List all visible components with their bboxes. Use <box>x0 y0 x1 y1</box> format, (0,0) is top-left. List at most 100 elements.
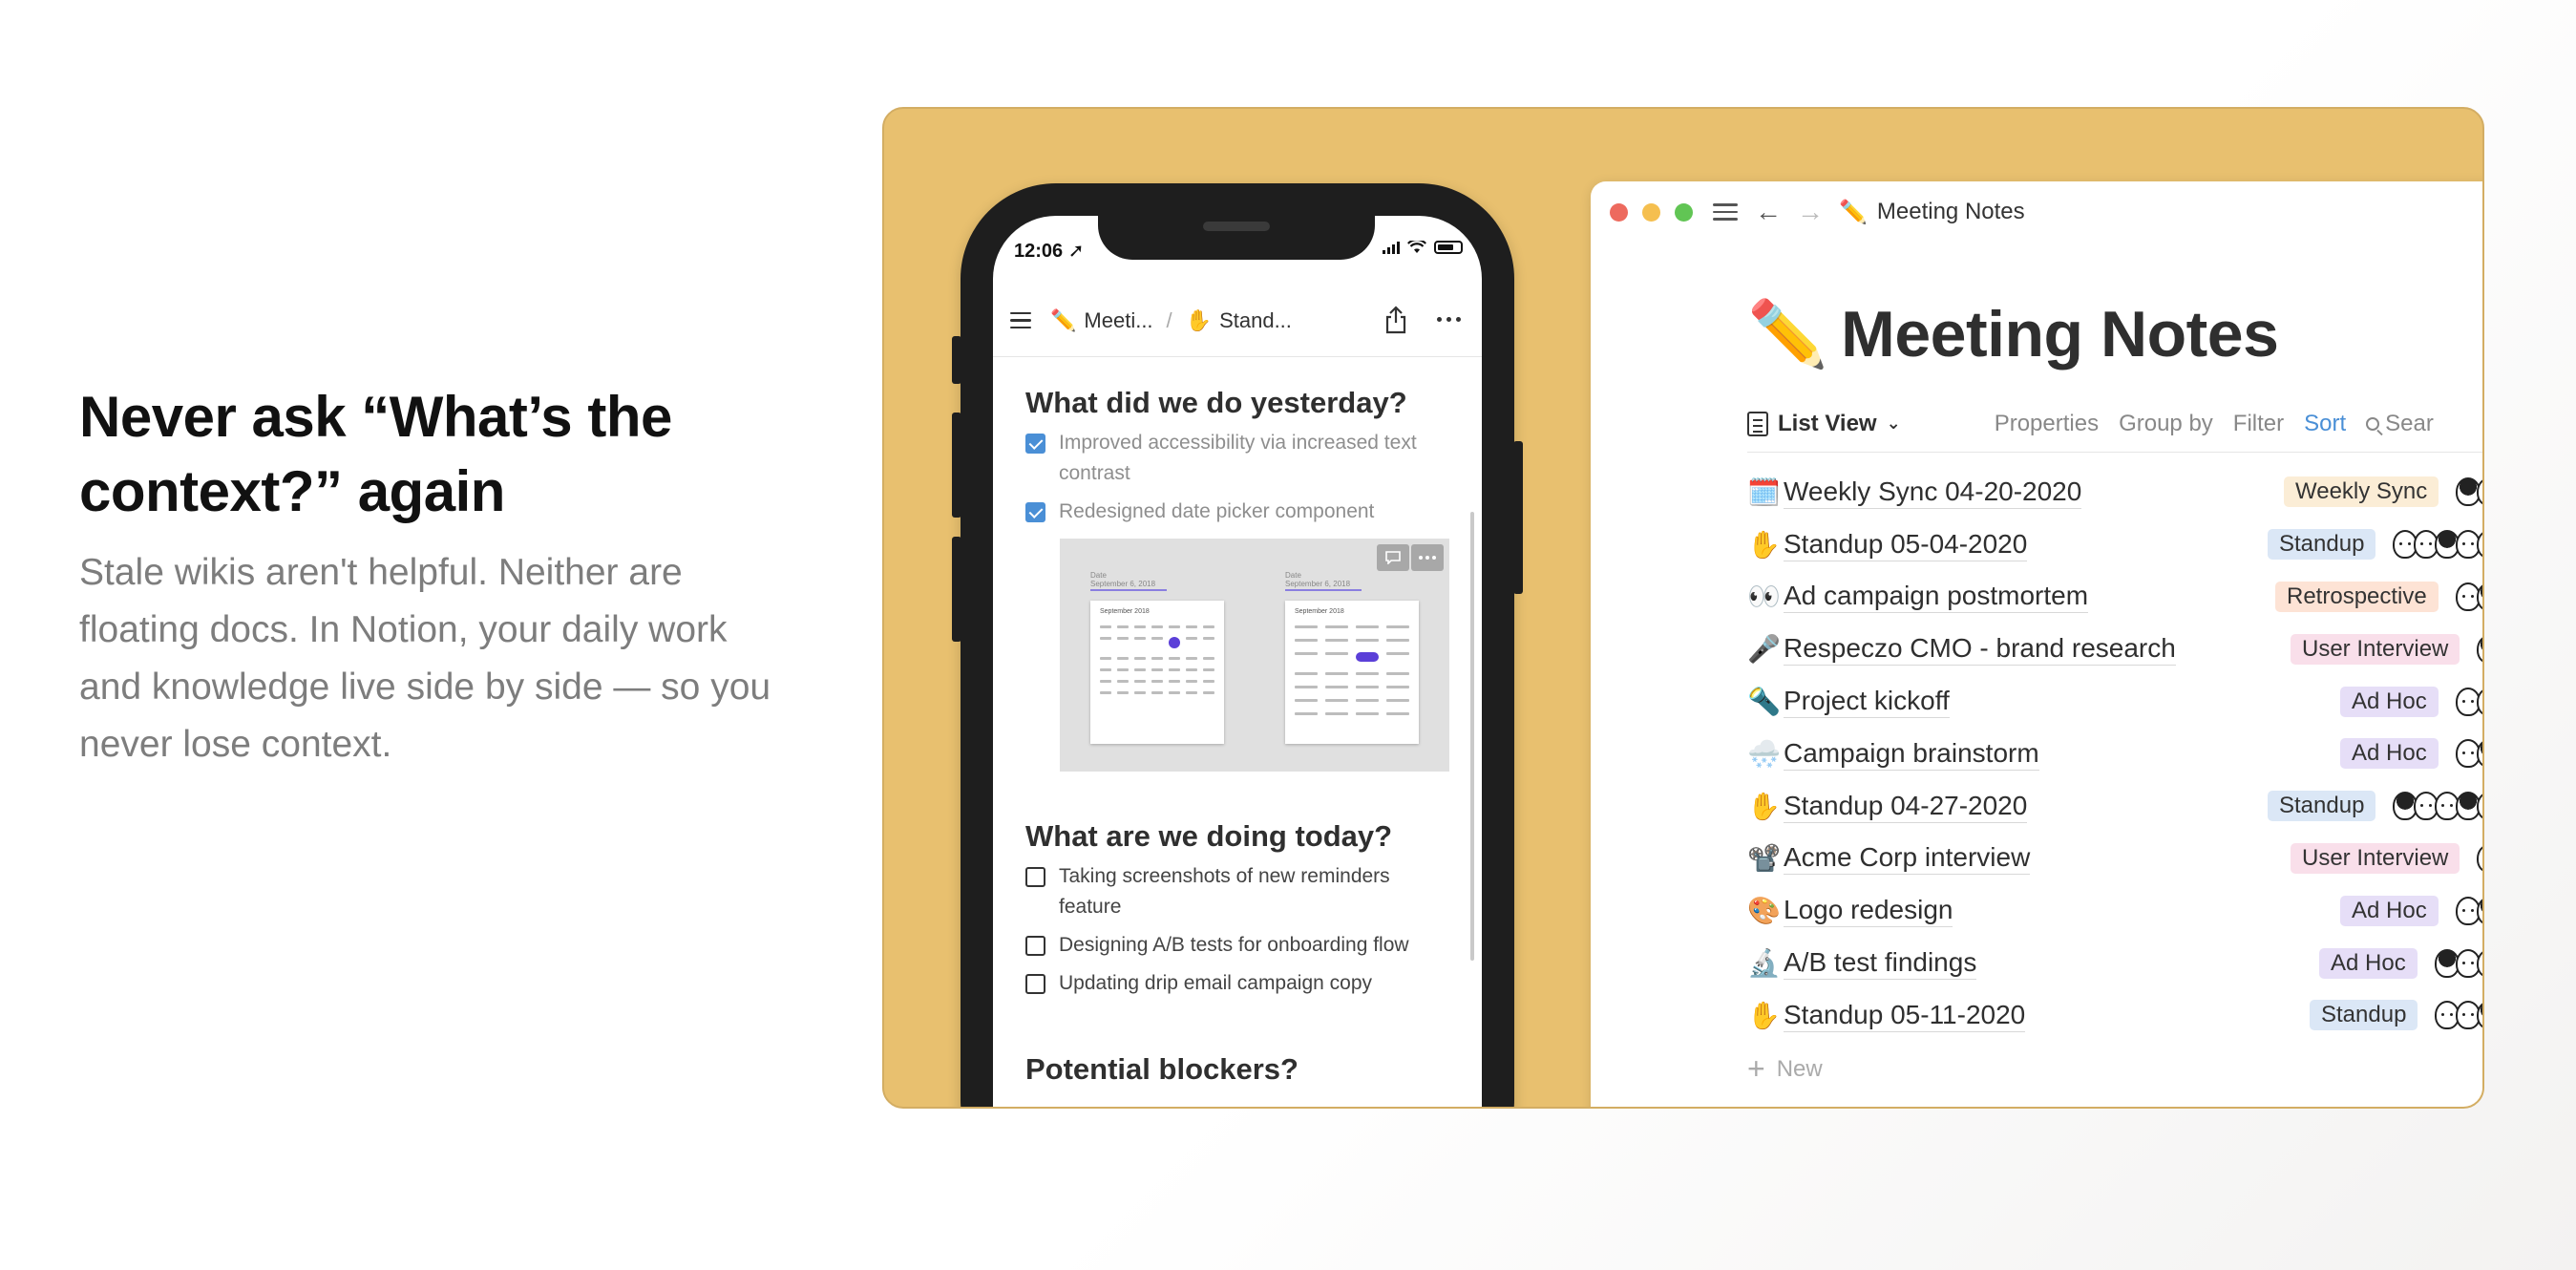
page-link[interactable]: Weekly Sync 04-20-2020 <box>1784 476 2082 509</box>
page-link[interactable]: Campaign brainstorm <box>1784 737 2039 771</box>
phone-mockup: 12:06 ➚ ✏️ Meeti... / ✋ Stand... What di… <box>952 183 1523 1107</box>
attendees <box>2456 582 2482 611</box>
view-label: List View <box>1778 410 1877 436</box>
list-item[interactable]: 🔦 Project kickoff Ad Hoc <box>1747 675 2482 728</box>
page-link[interactable]: Project kickoff <box>1784 685 1950 719</box>
type-tag: Weekly Sync <box>2284 476 2439 508</box>
scrollbar[interactable] <box>1470 512 1474 961</box>
page-link[interactable]: Standup 04-27-2020 <box>1784 790 2028 823</box>
menu-icon[interactable] <box>1010 311 1031 329</box>
attendees <box>2456 477 2482 507</box>
window-titlebar: ← → ✏️ Meeting Notes <box>1591 181 2482 243</box>
attendees <box>2393 792 2482 821</box>
sort-button[interactable]: Sort <box>2304 411 2346 437</box>
new-row-button[interactable]: + New <box>1747 1046 2482 1093</box>
share-icon[interactable] <box>1384 306 1407 334</box>
phone-navbar: ✏️ Meeti... / ✋ Stand... <box>993 285 1482 357</box>
search-button[interactable]: Sear <box>2366 411 2434 437</box>
type-tag: User Interview <box>2291 842 2460 874</box>
page-link[interactable]: Standup 05-04-2020 <box>1784 528 2028 561</box>
checkbox-checked[interactable] <box>1025 434 1045 454</box>
type-tag: Standup <box>2268 529 2376 561</box>
date-picker-screenshot: Date September 6, 2018 September 2018 Da… <box>1060 539 1449 772</box>
avatar-icon <box>2477 634 2482 664</box>
list-item[interactable]: 📽️ Acme Corp interview User Interview <box>1747 833 2482 885</box>
section-heading-today: What are we doing today? <box>1025 819 1393 853</box>
page-link[interactable]: A/B test findings <box>1784 946 1977 981</box>
page-icon: 🔦 <box>1747 687 1781 717</box>
forward-arrow-icon[interactable]: → <box>1797 197 1824 227</box>
avatar-icon <box>2477 843 2482 873</box>
page-link[interactable]: Logo redesign <box>1784 894 1953 928</box>
phone-volume-up-button <box>952 413 961 518</box>
avatar-icon <box>2477 582 2482 611</box>
attendees <box>2456 739 2482 769</box>
breadcrumb-meeting-notes[interactable]: ✏️ Meeti... <box>1050 308 1153 333</box>
image-toolbar <box>1377 544 1444 571</box>
page-link[interactable]: Standup 05-11-2020 <box>1784 999 2026 1032</box>
comment-icon[interactable] <box>1377 544 1409 571</box>
list-item[interactable]: 🗓️ Weekly Sync 04-20-2020 Weekly Sync <box>1747 466 2482 519</box>
checkbox[interactable] <box>1025 974 1045 994</box>
todo-text: Redesigned date picker component <box>1059 500 1375 522</box>
page-icon: ✋ <box>1747 1000 1781 1030</box>
pencil-icon: ✏️ <box>1747 298 1828 370</box>
list-item[interactable]: 🌨️ Campaign brainstorm Ad Hoc <box>1747 728 2482 780</box>
list-item[interactable]: 🎨 Logo redesign Ad Hoc <box>1747 884 2482 937</box>
page-link[interactable]: Ad campaign postmortem <box>1784 580 2089 614</box>
more-icon[interactable] <box>1411 544 1444 571</box>
attendees <box>2456 896 2482 925</box>
type-tag: User Interview <box>2291 633 2460 665</box>
phone-volume-down-button <box>952 537 961 642</box>
section-heading-blockers: Potential blockers? <box>1025 1052 1299 1086</box>
group-by-button[interactable]: Group by <box>2119 411 2213 437</box>
checkbox[interactable] <box>1025 936 1045 956</box>
list-item[interactable]: ✋ Standup 04-27-2020 Standup <box>1747 780 2482 833</box>
list-item[interactable]: 🎤 Respeczo CMO - brand research User Inter… <box>1747 623 2482 675</box>
attendees <box>2393 530 2482 560</box>
breadcrumb-standup[interactable]: ✋ Stand... <box>1186 308 1292 333</box>
minimize-button[interactable] <box>1642 202 1660 222</box>
attendees <box>2477 634 2482 664</box>
desktop-window: ← → ✏️ Meeting Notes ✏️ Meeting Notes Li… <box>1591 181 2482 1107</box>
list-item[interactable]: ✋ Standup 05-11-2020 Standup <box>1747 989 2482 1042</box>
todo-item: Designing A/B tests for onboarding flow <box>1025 930 1449 961</box>
date-picker-year: Date September 6, 2018 September 2018 <box>1285 571 1419 744</box>
phone-power-button <box>1513 441 1523 594</box>
checkbox-checked[interactable] <box>1025 502 1045 522</box>
filter-button[interactable]: Filter <box>2233 411 2284 437</box>
checkbox[interactable] <box>1025 867 1045 887</box>
view-selector[interactable]: List View ⌄ <box>1747 411 1901 437</box>
todo-text: Improved accessibility via increased tex… <box>1059 432 1417 484</box>
page-link[interactable]: Respeczo CMO - brand research <box>1784 632 2176 667</box>
page-icon: 🗓️ <box>1747 476 1781 507</box>
maximize-button[interactable] <box>1675 202 1693 222</box>
phone-screen: 12:06 ➚ ✏️ Meeti... / ✋ Stand... What di… <box>993 216 1482 1107</box>
list-item[interactable]: ✋ Standup 05-04-2020 Standup <box>1747 519 2482 571</box>
todo-item: Redesigned date picker component <box>1025 497 1449 527</box>
attendees <box>2435 1001 2482 1030</box>
type-tag: Standup <box>2268 791 2376 822</box>
close-button[interactable] <box>1610 202 1628 222</box>
date-picker-month: Date September 6, 2018 September 2018 <box>1090 571 1224 744</box>
list-item[interactable]: 🔬 A/B test findings Ad Hoc <box>1747 937 2482 989</box>
section-heading-yesterday: What did we do yesterday? <box>1025 386 1407 419</box>
wifi-icon <box>1407 241 1426 253</box>
breadcrumb-label: Meeti... <box>1084 307 1153 332</box>
product-showcase: 12:06 ➚ ✏️ Meeti... / ✋ Stand... What di… <box>882 107 2484 1109</box>
type-tag: Ad Hoc <box>2340 738 2439 770</box>
phone-mute-button <box>952 336 961 384</box>
back-arrow-icon[interactable]: ← <box>1755 197 1782 227</box>
type-tag: Ad Hoc <box>2319 947 2418 979</box>
breadcrumb-meeting-notes[interactable]: ✏️ Meeting Notes <box>1839 199 2025 226</box>
sidebar-toggle-icon[interactable] <box>1713 203 1738 221</box>
page-icon: 🔬 <box>1747 948 1781 979</box>
more-icon[interactable] <box>1437 317 1461 322</box>
todo-text: Designing A/B tests for onboarding flow <box>1059 934 1409 956</box>
properties-button[interactable]: Properties <box>1995 411 2099 437</box>
page-link[interactable]: Acme Corp interview <box>1784 841 2031 876</box>
list-view-icon <box>1747 411 1768 436</box>
breadcrumb-separator: / <box>1166 307 1172 332</box>
todo-text: Taking screenshots of new reminders feat… <box>1059 865 1390 918</box>
list-item[interactable]: 👀 Ad campaign postmortem Retrospective <box>1747 571 2482 624</box>
